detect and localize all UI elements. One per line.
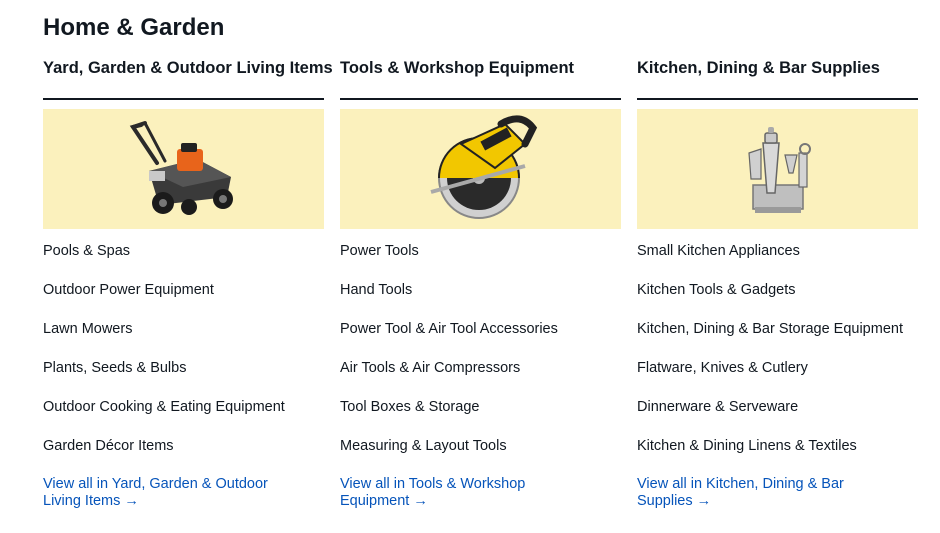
category-link[interactable]: Plants, Seeds & Bulbs: [43, 360, 186, 376]
category-image-circular-saw[interactable]: [340, 109, 621, 229]
list-item[interactable]: Outdoor Cooking & Eating Equipment: [43, 398, 285, 437]
category-links: Power Tools Hand Tools Power Tool & Air …: [340, 242, 558, 476]
list-item[interactable]: Outdoor Power Equipment: [43, 281, 285, 320]
category-link[interactable]: Kitchen & Dining Linens & Textiles: [637, 438, 857, 454]
category-link[interactable]: Air Tools & Air Compressors: [340, 360, 520, 376]
list-item[interactable]: Air Tools & Air Compressors: [340, 359, 558, 398]
list-item[interactable]: Plants, Seeds & Bulbs: [43, 359, 285, 398]
category-link[interactable]: Garden Décor Items: [43, 438, 174, 454]
column-title[interactable]: Kitchen, Dining & Bar Supplies: [637, 56, 918, 84]
list-item[interactable]: Power Tool & Air Tool Accessories: [340, 320, 558, 359]
cocktail-shaker-icon: [747, 127, 811, 213]
category-link[interactable]: Dinnerware & Serveware: [637, 399, 798, 415]
list-item[interactable]: Pools & Spas: [43, 242, 285, 281]
list-item[interactable]: Tool Boxes & Storage: [340, 398, 558, 437]
column-title[interactable]: Yard, Garden & Outdoor Living Items: [43, 56, 333, 84]
category-link[interactable]: Small Kitchen Appliances: [637, 243, 800, 259]
category-link[interactable]: Kitchen Tools & Gadgets: [637, 282, 796, 298]
category-column-kitchen-dining: Kitchen, Dining & Bar Supplies Small Kit…: [637, 56, 918, 509]
category-column-tools-workshop: Tools & Workshop Equipment Power Tools H…: [340, 56, 621, 509]
list-item[interactable]: Flatware, Knives & Cutlery: [637, 359, 903, 398]
list-item[interactable]: Kitchen & Dining Linens & Textiles: [637, 437, 903, 476]
list-item[interactable]: Lawn Mowers: [43, 320, 285, 359]
circular-saw-icon: [429, 115, 537, 219]
category-links: Pools & Spas Outdoor Power Equipment Law…: [43, 242, 285, 476]
list-item[interactable]: Small Kitchen Appliances: [637, 242, 903, 281]
category-link[interactable]: Measuring & Layout Tools: [340, 438, 507, 454]
list-item[interactable]: Measuring & Layout Tools: [340, 437, 558, 476]
category-link[interactable]: Hand Tools: [340, 282, 412, 298]
category-link[interactable]: Power Tools: [340, 243, 419, 259]
category-link[interactable]: Flatware, Knives & Cutlery: [637, 360, 808, 376]
category-links: Small Kitchen Appliances Kitchen Tools &…: [637, 242, 903, 476]
page-title: Home & Garden: [43, 14, 225, 41]
category-link[interactable]: Kitchen, Dining & Bar Storage Equipment: [637, 321, 903, 337]
column-divider: [637, 98, 918, 100]
list-item[interactable]: Kitchen, Dining & Bar Storage Equipment: [637, 320, 903, 359]
view-all-link[interactable]: View all in Kitchen, Dining & Bar Suppli…: [637, 476, 877, 509]
list-item[interactable]: Power Tools: [340, 242, 558, 281]
category-column-yard-garden: Yard, Garden & Outdoor Living Items Pool…: [43, 56, 333, 509]
category-link[interactable]: Power Tool & Air Tool Accessories: [340, 321, 558, 337]
category-link[interactable]: Outdoor Power Equipment: [43, 282, 214, 298]
category-link[interactable]: Tool Boxes & Storage: [340, 399, 479, 415]
list-item[interactable]: Garden Décor Items: [43, 437, 285, 476]
view-all-link[interactable]: View all in Yard, Garden & Outdoor Livin…: [43, 476, 283, 509]
category-link[interactable]: Outdoor Cooking & Eating Equipment: [43, 399, 285, 415]
lawn-mower-icon: [129, 121, 233, 215]
column-divider: [43, 98, 324, 100]
list-item[interactable]: Hand Tools: [340, 281, 558, 320]
category-link[interactable]: Pools & Spas: [43, 243, 130, 259]
column-title[interactable]: Tools & Workshop Equipment: [340, 56, 621, 84]
column-divider: [340, 98, 621, 100]
view-all-link[interactable]: View all in Tools & Workshop Equipment →: [340, 476, 580, 509]
list-item[interactable]: Kitchen Tools & Gadgets: [637, 281, 903, 320]
list-item[interactable]: Dinnerware & Serveware: [637, 398, 903, 437]
category-image-lawn-mower[interactable]: [43, 109, 324, 229]
category-link[interactable]: Lawn Mowers: [43, 321, 132, 337]
category-image-cocktail-shaker-set[interactable]: [637, 109, 918, 229]
